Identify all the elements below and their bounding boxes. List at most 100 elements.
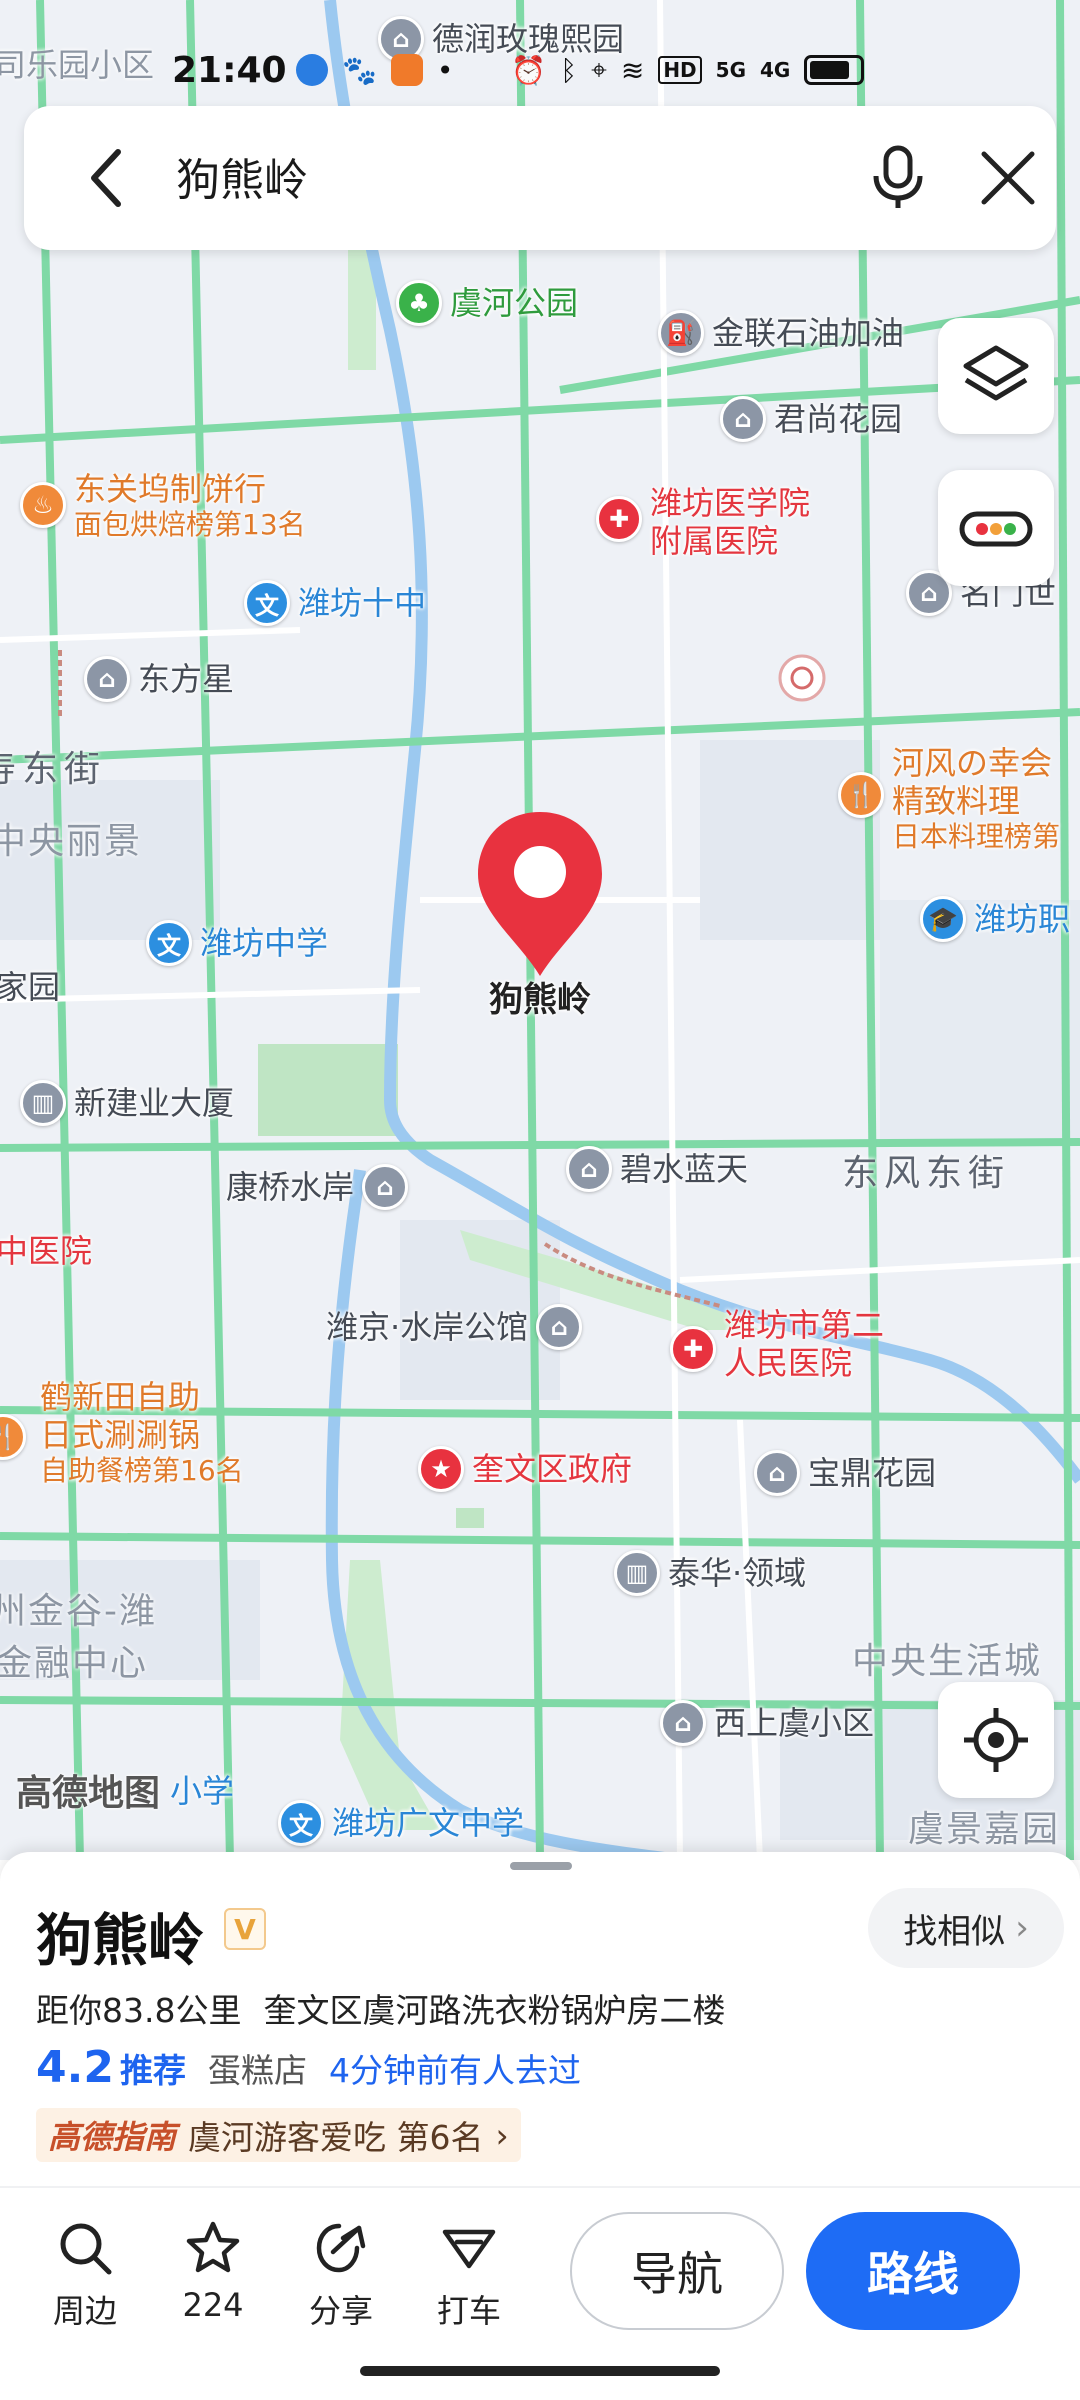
- area-label: 中央生活城: [852, 1641, 1043, 1682]
- poi-shabu[interactable]: 🍴 鹤新田自助 日式涮涮锅 自助餐榜第16名: [0, 1378, 244, 1488]
- address-text: 奎文区虞河路洗衣粉锅炉房二楼: [263, 1991, 726, 2030]
- traffic-button[interactable]: [938, 470, 1054, 586]
- location-icon: ⌖: [591, 53, 607, 86]
- recommend-label: 推荐: [119, 2051, 186, 2090]
- poi-bakery[interactable]: ♨ 东关坞制饼行 面包烘焙榜第13名: [20, 470, 306, 542]
- share-icon: [316, 2223, 366, 2273]
- car-icon: ⛽: [658, 310, 704, 356]
- verified-badge: V: [224, 1908, 266, 1950]
- search-input[interactable]: [176, 150, 796, 201]
- battery-icon: [804, 55, 865, 85]
- restaurant-icon: 🍴: [838, 772, 884, 818]
- poi-guangwen[interactable]: 文潍坊广文中学: [278, 1800, 524, 1846]
- signal-5g-icon: 5G: [715, 58, 746, 82]
- residential-icon: ⌂: [536, 1304, 583, 1350]
- street-label: 寿东街: [0, 749, 107, 790]
- poi-baoding[interactable]: ⌂ 宝鼎花园: [754, 1450, 936, 1496]
- wifi-icon: ≋: [620, 53, 645, 87]
- status-time: 21:40: [172, 49, 287, 91]
- traffic-light-icon: [959, 511, 1033, 547]
- bakery-icon: ♨: [20, 482, 66, 528]
- poi-gas-station[interactable]: ⛽ 金联石油加油: [658, 310, 904, 356]
- locate-me-button[interactable]: [938, 1682, 1054, 1798]
- ranking-text: 虞河游客爱吃 第6名: [188, 2118, 484, 2157]
- poi-japanese-restaurant[interactable]: 🍴 河风の幸会 精致料理 日本料理榜第: [838, 744, 1060, 854]
- share-button[interactable]: 分享: [286, 2218, 396, 2332]
- residential-icon: ⌂: [566, 1146, 612, 1192]
- poi-kuiwen-gov[interactable]: ★ 奎文区政府: [418, 1446, 632, 1492]
- residential-icon: ⌂: [754, 1450, 800, 1496]
- distance-text: 距你83.8公里: [36, 1991, 242, 2030]
- ranking-tag[interactable]: 高德指南 虞河游客爱吃 第6名 ›: [36, 2108, 521, 2162]
- poi-second-hospital[interactable]: ✚ 潍坊市第二 人民医院: [670, 1306, 884, 1382]
- navigate-button[interactable]: 导航: [570, 2212, 784, 2330]
- poi-tcm-hospital[interactable]: 中医院: [0, 1232, 92, 1270]
- poi-yuhe-park[interactable]: ♣ 虞河公园: [396, 280, 578, 326]
- poi-weijing[interactable]: ⌂ 潍京·水岸公馆: [326, 1304, 583, 1350]
- poi-taihua[interactable]: ▥ 泰华·领域: [614, 1550, 806, 1596]
- street-label: 东风东街: [842, 1153, 1011, 1194]
- area-label: 家园: [0, 968, 61, 1006]
- poi-xinjianye[interactable]: ▥ 新建业大厦: [20, 1080, 234, 1126]
- home-indicator[interactable]: [360, 2366, 720, 2376]
- residential-icon: ⌂: [84, 656, 130, 702]
- find-similar-button[interactable]: 找相似 ›: [868, 1888, 1064, 1968]
- poi-dongfangxing[interactable]: ⌂ 东方星: [84, 656, 234, 702]
- school-icon: 文: [244, 580, 290, 626]
- alarm-icon: ⏰: [511, 53, 547, 87]
- find-similar-label: 找相似: [903, 1911, 1006, 1952]
- nearby-label: 周边: [52, 2292, 117, 2330]
- school-icon: 文: [278, 1800, 324, 1846]
- microphone-icon[interactable]: [862, 142, 934, 214]
- layers-button[interactable]: [938, 318, 1054, 434]
- poi-weifang-vocational[interactable]: 🎓 潍坊职: [920, 896, 1070, 942]
- dot-icon: •: [436, 53, 454, 87]
- hospital-icon: ✚: [596, 496, 642, 542]
- chevron-right-icon: ›: [495, 2115, 509, 2155]
- drag-handle[interactable]: [510, 1862, 572, 1870]
- poi-weifang-middle-school[interactable]: 文潍坊中学: [146, 920, 328, 966]
- search-icon: [60, 2223, 112, 2275]
- poi-xishangyu[interactable]: ⌂ 西上虞小区: [660, 1700, 874, 1746]
- poi-primary-school[interactable]: 小学: [170, 1772, 234, 1810]
- taxi-icon: [442, 2229, 496, 2269]
- poi-kangqiao[interactable]: ⌂ 康桥水岸: [226, 1164, 409, 1210]
- school-icon: 文: [146, 920, 192, 966]
- taxi-button[interactable]: 打车: [414, 2218, 524, 2332]
- nearby-button[interactable]: 周边: [30, 2218, 140, 2332]
- share-label: 分享: [308, 2292, 373, 2330]
- poi-medical-hospital[interactable]: ✚ 潍坊医学院 附属医院: [596, 484, 810, 560]
- location-pin-icon[interactable]: [472, 808, 608, 980]
- taxi-label: 打车: [436, 2292, 501, 2330]
- favorite-count: 224: [182, 2286, 244, 2324]
- park-icon: ♣: [396, 280, 442, 326]
- paw-icon: 🐾: [342, 53, 377, 87]
- rating-row: 4.2 推荐 蛋糕店 4分钟前有人去过: [36, 2042, 581, 2093]
- area-label: 中央丽景: [0, 821, 143, 862]
- pin-label: 狗熊岭: [489, 980, 591, 1020]
- poi-school-10[interactable]: 文潍坊十中: [244, 580, 426, 626]
- star-icon: [186, 2221, 240, 2273]
- poi-junshang[interactable]: ⌂ 君尚花园: [720, 396, 902, 442]
- area-label: 州金谷-潍: [0, 1591, 157, 1632]
- address-row: 距你83.8公里 奎文区虞河路洗衣粉锅炉房二楼: [36, 1984, 725, 2032]
- poi-bishui[interactable]: ⌂ 碧水蓝天: [566, 1146, 748, 1192]
- residential-icon: ⌂: [660, 1700, 706, 1746]
- map-view[interactable]: ⌂ 德润玫瑰熙园 ♣ 虞河公园 ⛽ 金联石油加油 ⌂ 君尚花园 ♨ 东关坞制饼行 面包烘焙榜…: [0, 0, 1080, 1860]
- rating-score: 4.2: [36, 2042, 114, 2093]
- close-icon[interactable]: [972, 142, 1044, 214]
- building-icon: ▥: [20, 1080, 66, 1126]
- hospital-icon: ✚: [670, 1326, 716, 1372]
- status-icons: 🐾 • ⏰ ᛒ ⌖ ≋ HD 5G 4G: [296, 53, 865, 87]
- favorite-button[interactable]: 224: [158, 2218, 268, 2324]
- restaurant-icon: 🍴: [0, 1414, 26, 1460]
- residential-icon: ⌂: [362, 1164, 409, 1210]
- back-arrow-icon[interactable]: [72, 142, 144, 214]
- area-label: 虞景嘉园: [908, 1809, 1061, 1850]
- chevron-right-icon: ›: [1015, 1908, 1029, 1948]
- ranking-brand: 高德指南: [48, 2118, 177, 2156]
- route-button[interactable]: 路线: [806, 2212, 1020, 2330]
- bluetooth-icon: ᛒ: [560, 53, 578, 87]
- building-icon: ▥: [614, 1550, 660, 1596]
- hd-icon: HD: [658, 56, 702, 84]
